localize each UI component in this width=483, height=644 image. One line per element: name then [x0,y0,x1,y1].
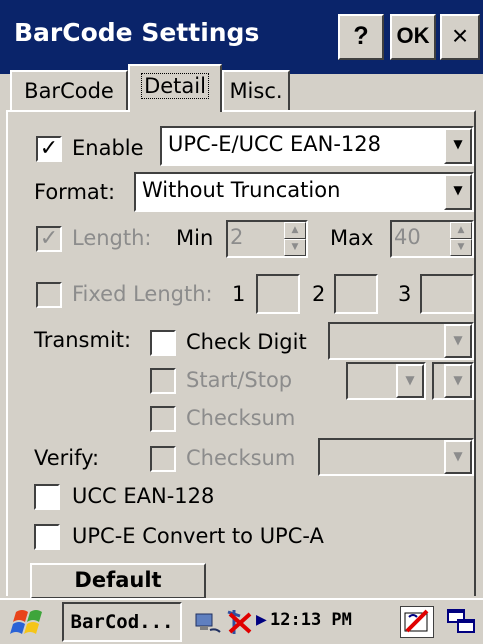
ok-button[interactable]: OK [390,14,436,60]
chevron-up-icon[interactable]: ▲ [450,222,472,239]
upce-convert-checkbox[interactable] [34,524,60,550]
verify-label: Verify: [34,446,100,470]
chevron-down-icon[interactable]: ▼ [444,324,472,358]
chevron-down-icon[interactable]: ▼ [444,440,472,474]
close-button[interactable]: × [440,14,480,60]
min-length-stepper[interactable]: 2 ▲ ▼ [226,220,308,258]
verify-checksum-checkbox[interactable] [150,446,176,472]
fixed-length-checkbox[interactable] [36,282,62,308]
chevron-down-icon[interactable]: ▼ [284,239,306,256]
format-label: Format: [34,180,116,204]
ucc-ean128-label: UCC EAN-128 [72,484,215,508]
min-length-value: 2 [230,225,244,249]
transmit-checksum-checkbox[interactable] [150,406,176,432]
ucc-ean128-checkbox[interactable] [34,484,60,510]
fixed-length-1-input[interactable] [256,274,300,314]
max-label: Max [330,226,374,250]
tab-barcode-label: BarCode [24,79,114,103]
fixed-length-1-label: 1 [232,282,246,306]
format-dropdown[interactable]: Without Truncation ▼ [134,172,474,212]
start-stop-checkbox[interactable] [150,368,176,394]
check-digit-checkbox[interactable] [150,330,176,356]
taskbar-app-button[interactable]: BarCod... [62,602,182,642]
chevron-down-icon[interactable]: ▼ [444,174,472,210]
enable-label: Enable [72,136,144,160]
window-switch-icon[interactable] [446,606,478,638]
fixed-length-3-input[interactable] [420,274,474,314]
transmit-label: Transmit: [34,328,132,352]
verify-checksum-label: Checksum [186,446,296,470]
chevron-up-icon[interactable]: ▲ [284,222,306,239]
verify-checksum-dropdown[interactable]: ▼ [318,438,474,476]
upce-convert-label: UPC-E Convert to UPC-A [72,524,324,548]
min-label: Min [176,226,214,250]
length-checkbox[interactable]: ✓ [36,226,62,252]
symbology-dropdown[interactable]: UPC-E/UCC EAN-128 ▼ [160,126,474,166]
no-signal-icon[interactable] [226,606,256,638]
fixed-length-2-label: 2 [312,282,326,306]
tab-misc[interactable]: Misc. [222,70,290,110]
tray-expand-icon[interactable]: ▶ [256,612,267,628]
tab-detail-label: Detail [141,73,209,99]
start-char-dropdown[interactable]: ▼ [346,362,426,400]
length-label: Length: [72,226,152,250]
chevron-down-icon[interactable]: ▼ [444,364,472,398]
format-value: Without Truncation [142,178,341,202]
tab-barcode[interactable]: BarCode [10,70,128,110]
chevron-down-icon[interactable]: ▼ [396,364,424,398]
stop-char-dropdown[interactable]: ▼ [432,362,474,400]
transmit-checksum-label: Checksum [186,406,296,430]
help-button[interactable]: ? [338,14,384,60]
tab-detail[interactable]: Detail [128,64,222,112]
input-panel-icon[interactable] [400,606,434,638]
symbology-value: UPC-E/UCC EAN-128 [168,132,381,156]
enable-checkbox[interactable]: ✓ [36,136,62,162]
max-length-stepper[interactable]: 40 ▲ ▼ [390,220,474,258]
chevron-down-icon[interactable]: ▼ [450,239,472,256]
windows-start-icon[interactable] [10,606,50,640]
tab-misc-label: Misc. [229,79,283,103]
default-button[interactable]: Default [30,563,206,599]
fixed-length-2-input[interactable] [334,274,378,314]
check-digit-dropdown[interactable]: ▼ [328,322,474,360]
start-stop-label: Start/Stop [186,368,293,392]
max-length-value: 40 [394,225,421,249]
fixed-length-3-label: 3 [398,282,412,306]
network-icon[interactable] [192,608,222,638]
fixed-length-label: Fixed Length: [72,282,213,306]
clock[interactable]: 12:13 PM [270,610,352,630]
window-title: BarCode Settings [14,18,260,47]
check-digit-label: Check Digit [186,330,307,354]
chevron-down-icon[interactable]: ▼ [444,128,472,164]
